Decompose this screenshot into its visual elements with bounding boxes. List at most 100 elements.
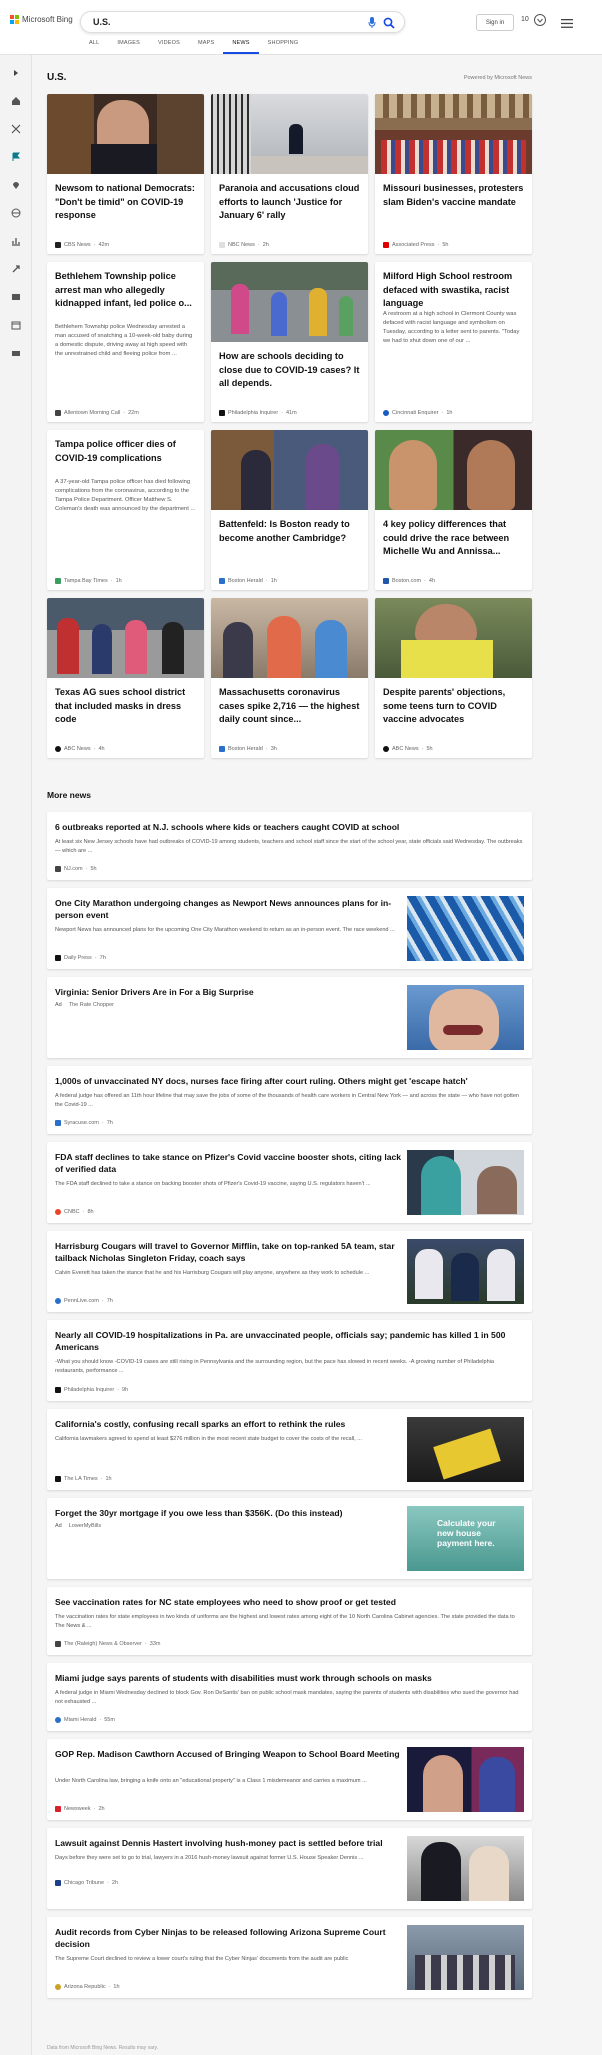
globe-icon[interactable] bbox=[10, 207, 22, 219]
row-thumbnail[interactable] bbox=[407, 1239, 524, 1304]
row-title[interactable]: GOP Rep. Madison Cawthorn Accused of Bri… bbox=[55, 1748, 405, 1760]
microphone-icon[interactable] bbox=[368, 16, 376, 34]
home-icon[interactable] bbox=[10, 95, 22, 107]
flag-icon[interactable] bbox=[10, 151, 22, 163]
news-row[interactable]: Nearly all COVID-19 hospitalizations in … bbox=[47, 1320, 532, 1401]
news-card[interactable]: Massachusetts coronavirus cases spike 2,… bbox=[211, 598, 368, 758]
news-card[interactable]: Battenfeld: Is Boston ready to become an… bbox=[211, 430, 368, 590]
card-title[interactable]: Despite parents' objections, some teens … bbox=[383, 686, 524, 727]
news-card[interactable]: Paranoia and accusations cloud efforts t… bbox=[211, 94, 368, 254]
search-icon[interactable] bbox=[383, 16, 395, 34]
news-row[interactable]: Harrisburg Cougars will travel to Govern… bbox=[47, 1231, 532, 1312]
row-thumbnail[interactable]: Calculate your new house payment here. bbox=[407, 1506, 524, 1571]
news-card[interactable]: Newsom to national Democrats: "Don't be … bbox=[47, 94, 204, 254]
row-title[interactable]: 1,000s of unvaccinated NY docs, nurses f… bbox=[55, 1075, 525, 1087]
row-title[interactable]: 6 outbreaks reported at N.J. schools whe… bbox=[55, 821, 525, 833]
card-title[interactable]: Tampa police officer dies of COVID-19 co… bbox=[55, 438, 196, 465]
news-thumbnail[interactable] bbox=[47, 94, 204, 174]
news-thumbnail[interactable] bbox=[211, 430, 368, 510]
news-row[interactable]: GOP Rep. Madison Cawthorn Accused of Bri… bbox=[47, 1739, 532, 1820]
card-source: ABC News · 5h bbox=[383, 746, 433, 752]
card-title[interactable]: 4 key policy differences that could driv… bbox=[383, 518, 524, 559]
menu-icon[interactable] bbox=[561, 15, 573, 33]
row-source: The LA Times · 1h bbox=[55, 1476, 112, 1482]
news-row[interactable]: 6 outbreaks reported at N.J. schools whe… bbox=[47, 812, 532, 880]
rewards-medal-icon[interactable] bbox=[533, 13, 547, 32]
news-card[interactable]: How are schools deciding to close due to… bbox=[211, 262, 368, 422]
chart-icon[interactable] bbox=[10, 235, 22, 247]
news-card[interactable]: Tampa police officer dies of COVID-19 co… bbox=[47, 430, 204, 590]
rocket-icon[interactable] bbox=[10, 263, 22, 275]
tab-shopping[interactable]: SHOPPING bbox=[259, 40, 308, 54]
search-input[interactable]: U.S. bbox=[93, 17, 111, 27]
location-pin-icon[interactable] bbox=[10, 179, 22, 191]
tab-videos[interactable]: VIDEOS bbox=[149, 40, 189, 54]
news-row[interactable]: One City Marathon undergoing changes as … bbox=[47, 888, 532, 969]
card-title[interactable]: Bethlehem Township police arrest man who… bbox=[55, 270, 196, 311]
card-title[interactable]: Missouri businesses, protesters slam Bid… bbox=[383, 182, 524, 209]
source-logo-icon bbox=[55, 955, 61, 961]
row-title[interactable]: Lawsuit against Dennis Hastert involving… bbox=[55, 1837, 405, 1849]
card-title[interactable]: Battenfeld: Is Boston ready to become an… bbox=[219, 518, 360, 545]
tab-images[interactable]: IMAGES bbox=[108, 40, 149, 54]
news-thumbnail[interactable] bbox=[47, 598, 204, 678]
tab-maps[interactable]: MAPS bbox=[189, 40, 223, 54]
film-icon[interactable] bbox=[10, 291, 22, 303]
rewards-points[interactable]: 10 bbox=[521, 16, 529, 23]
sign-in-button[interactable]: Sign in bbox=[476, 14, 514, 31]
wallet-icon[interactable] bbox=[10, 347, 22, 359]
card-title[interactable]: Texas AG sues school district that inclu… bbox=[55, 686, 196, 727]
row-title[interactable]: Miami judge says parents of students wit… bbox=[55, 1672, 525, 1684]
row-title[interactable]: Forget the 30yr mortgage if you owe less… bbox=[55, 1507, 405, 1519]
row-title[interactable]: California's costly, confusing recall sp… bbox=[55, 1418, 405, 1430]
news-thumbnail[interactable] bbox=[211, 598, 368, 678]
row-title[interactable]: Nearly all COVID-19 hospitalizations in … bbox=[55, 1329, 525, 1353]
row-thumbnail[interactable] bbox=[407, 1747, 524, 1812]
news-row[interactable]: Miami judge says parents of students wit… bbox=[47, 1663, 532, 1731]
news-card[interactable]: Missouri businesses, protesters slam Bid… bbox=[375, 94, 532, 254]
row-thumbnail[interactable] bbox=[407, 896, 524, 961]
card-title[interactable]: Massachusetts coronavirus cases spike 2,… bbox=[219, 686, 360, 727]
row-thumbnail[interactable] bbox=[407, 1150, 524, 1215]
news-row[interactable]: Lawsuit against Dennis Hastert involving… bbox=[47, 1828, 532, 1909]
bing-logo[interactable]: Microsoft Bing bbox=[10, 15, 73, 24]
ad-row[interactable]: Forget the 30yr mortgage if you owe less… bbox=[47, 1498, 532, 1579]
news-thumbnail[interactable] bbox=[375, 94, 532, 174]
calendar-icon[interactable] bbox=[10, 319, 22, 331]
news-row[interactable]: California's costly, confusing recall sp… bbox=[47, 1409, 532, 1490]
expand-arrow-icon[interactable] bbox=[10, 67, 22, 79]
news-thumbnail[interactable] bbox=[375, 430, 532, 510]
row-thumbnail[interactable] bbox=[407, 1417, 524, 1482]
row-title[interactable]: Virginia: Senior Drivers Are in For a Bi… bbox=[55, 986, 405, 998]
card-title[interactable]: Newsom to national Democrats: "Don't be … bbox=[55, 182, 196, 223]
tab-all[interactable]: ALL bbox=[80, 40, 108, 54]
news-row[interactable]: See vaccination rates for NC state emplo… bbox=[47, 1587, 532, 1655]
news-thumbnail[interactable] bbox=[211, 94, 368, 174]
news-thumbnail[interactable] bbox=[211, 262, 368, 342]
news-row[interactable]: 1,000s of unvaccinated NY docs, nurses f… bbox=[47, 1066, 532, 1134]
news-card[interactable]: Texas AG sues school district that inclu… bbox=[47, 598, 204, 758]
search-box[interactable]: U.S. bbox=[80, 11, 405, 33]
news-card[interactable]: 4 key policy differences that could driv… bbox=[375, 430, 532, 590]
scissors-icon[interactable] bbox=[10, 123, 22, 135]
news-thumbnail[interactable] bbox=[375, 598, 532, 678]
row-thumbnail[interactable] bbox=[407, 985, 524, 1050]
row-thumbnail[interactable] bbox=[407, 1925, 524, 1990]
row-title[interactable]: See vaccination rates for NC state emplo… bbox=[55, 1596, 525, 1608]
card-title[interactable]: Milford High School restroom defaced wit… bbox=[383, 270, 524, 311]
news-row[interactable]: FDA staff declines to take stance on Pfi… bbox=[47, 1142, 532, 1223]
row-title[interactable]: One City Marathon undergoing changes as … bbox=[55, 897, 405, 921]
ad-row[interactable]: Virginia: Senior Drivers Are in For a Bi… bbox=[47, 977, 532, 1058]
row-title[interactable]: Harrisburg Cougars will travel to Govern… bbox=[55, 1240, 405, 1264]
row-thumbnail[interactable] bbox=[407, 1836, 524, 1901]
news-row[interactable]: Audit records from Cyber Ninjas to be re… bbox=[47, 1917, 532, 1998]
news-card[interactable]: Bethlehem Township police arrest man who… bbox=[47, 262, 204, 422]
row-title[interactable]: FDA staff declines to take stance on Pfi… bbox=[55, 1151, 405, 1175]
card-title[interactable]: Paranoia and accusations cloud efforts t… bbox=[219, 182, 360, 223]
news-card[interactable]: Despite parents' objections, some teens … bbox=[375, 598, 532, 758]
card-title[interactable]: How are schools deciding to close due to… bbox=[219, 350, 360, 391]
row-title[interactable]: Audit records from Cyber Ninjas to be re… bbox=[55, 1926, 405, 1950]
powered-by: Powered by Microsoft News bbox=[463, 75, 532, 81]
news-card[interactable]: Milford High School restroom defaced wit… bbox=[375, 262, 532, 422]
tab-news[interactable]: NEWS bbox=[223, 40, 259, 54]
